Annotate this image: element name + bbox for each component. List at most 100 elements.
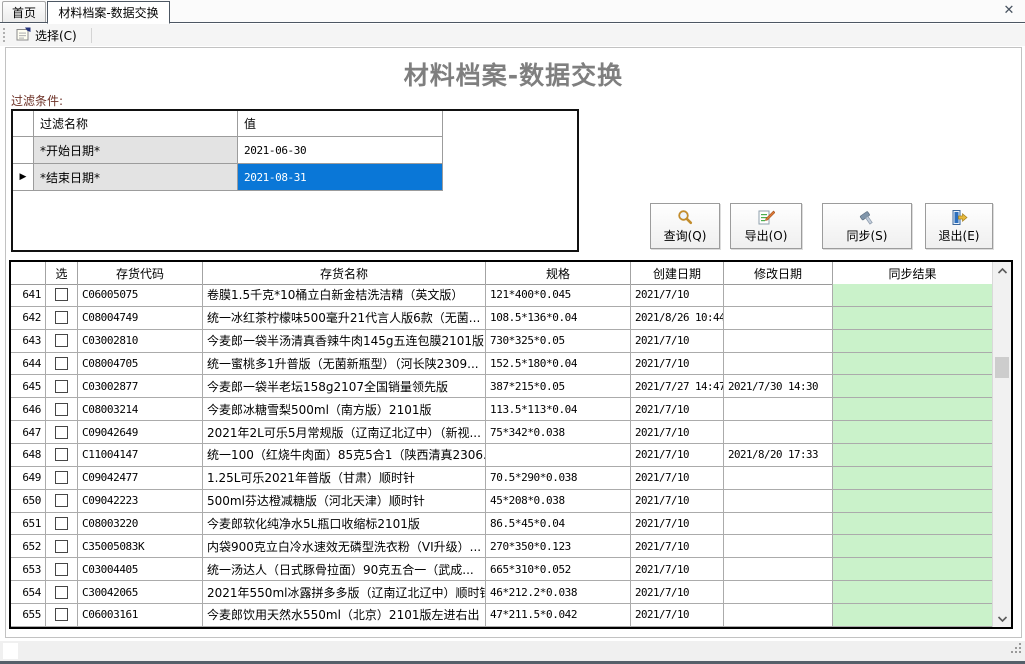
row-select-cell bbox=[46, 284, 78, 306]
spec-cell bbox=[486, 444, 631, 466]
table-row[interactable]: 641C06005075卷膜1.5千克*10桶立白新金桔洗洁精（英文版）121*… bbox=[11, 284, 992, 307]
created-date-cell: 2021/7/27 14:47 bbox=[631, 375, 724, 397]
scrollbar-thumb[interactable] bbox=[995, 357, 1009, 378]
tab-material-data-exchange[interactable]: 材料档案-数据交换 bbox=[47, 1, 170, 24]
sync-result-cell bbox=[833, 398, 992, 420]
inventory-code-cell: C03004405 bbox=[78, 558, 203, 580]
inventory-code-cell: C08004749 bbox=[78, 307, 203, 329]
created-date-cell: 2021/7/10 bbox=[631, 421, 724, 443]
row-select-cell bbox=[46, 398, 78, 420]
inventory-name-cell: 今麦郎饮用天然水550ml（北京）2101版左进右出 bbox=[203, 604, 486, 626]
row-checkbox[interactable] bbox=[55, 494, 68, 507]
row-checkbox[interactable] bbox=[55, 380, 68, 393]
scroll-down-icon[interactable] bbox=[993, 610, 1011, 627]
row-checkbox[interactable] bbox=[55, 288, 68, 301]
resize-grip-icon[interactable] bbox=[1010, 642, 1022, 657]
header-created-date[interactable]: 创建日期 bbox=[631, 262, 724, 284]
inventory-name-cell: 500ml芬达橙减糖版（河北天津）顺时针 bbox=[203, 490, 486, 512]
header-select[interactable]: 选 bbox=[46, 262, 78, 284]
table-row[interactable]: 645C03002877今麦郎一袋半老坛158g2107全国销量领先版387*2… bbox=[11, 375, 992, 398]
search-icon bbox=[676, 209, 694, 226]
row-checkbox[interactable] bbox=[55, 586, 68, 599]
close-icon[interactable]: ✕ bbox=[1001, 3, 1017, 19]
inventory-code-cell: C30042065 bbox=[78, 581, 203, 603]
table-row[interactable]: 654C300420652021年550ml冰露拼多多版（辽南辽北辽中）顺时针4… bbox=[11, 581, 992, 604]
scroll-up-icon[interactable] bbox=[993, 262, 1011, 279]
table-header-row: 选 存货代码 存货名称 规格 创建日期 修改日期 同步结果 bbox=[11, 262, 992, 285]
table-row[interactable]: 647C090426492021年2L可乐5月常规版（辽南辽北辽中）（新视...… bbox=[11, 421, 992, 444]
filter-value-header: 值 bbox=[238, 111, 443, 137]
spec-cell: 113.5*113*0.04 bbox=[486, 398, 631, 420]
row-number-cell: 654 bbox=[11, 581, 46, 603]
sync-result-cell bbox=[833, 330, 992, 352]
modified-date-cell bbox=[724, 353, 833, 375]
table-row[interactable]: 655C06003161今麦郎饮用天然水550ml（北京）2101版左进右出47… bbox=[11, 604, 992, 627]
table-row[interactable]: 650C09042223500ml芬达橙减糖版（河北天津）顺时针45*208*0… bbox=[11, 490, 992, 513]
select-button[interactable]: 选择(C) bbox=[10, 25, 83, 46]
exit-button[interactable]: 退出(E) bbox=[925, 203, 993, 249]
header-sync-result[interactable]: 同步结果 bbox=[833, 262, 992, 284]
inventory-name-cell: 内袋900克立白冷水速效无磷型洗衣粉（VI升级）... bbox=[203, 535, 486, 557]
row-checkbox[interactable] bbox=[55, 403, 68, 416]
created-date-cell: 2021/8/26 10:44 bbox=[631, 307, 724, 329]
table-row[interactable]: 653C03004405统一汤达人（日式豚骨拉面）90克五合一（武成...665… bbox=[11, 558, 992, 581]
row-select-cell bbox=[46, 330, 78, 352]
inventory-code-cell: C09042477 bbox=[78, 467, 203, 489]
filter-value-cell[interactable]: 2021-06-30 bbox=[238, 137, 443, 164]
table-row[interactable]: 648C11004147统一100（红烧牛肉面）85克5合1（陕西清真2306.… bbox=[11, 444, 992, 467]
inventory-code-cell: C06003161 bbox=[78, 604, 203, 626]
row-checkbox[interactable] bbox=[55, 311, 68, 324]
tab-home[interactable]: 首页 bbox=[2, 1, 46, 22]
header-inventory-code[interactable]: 存货代码 bbox=[78, 262, 203, 284]
filter-header-row: 过滤名称 值 bbox=[13, 111, 577, 137]
query-button[interactable]: 查询(Q) bbox=[650, 203, 720, 249]
toolbar-grip-handle[interactable] bbox=[3, 28, 7, 42]
inventory-name-cell: 今麦郎一袋半老坛158g2107全国销量领先版 bbox=[203, 375, 486, 397]
row-checkbox[interactable] bbox=[55, 357, 68, 370]
modified-date-cell: 2021/8/20 17:33 bbox=[724, 444, 833, 466]
modified-date-cell bbox=[724, 490, 833, 512]
row-number-cell: 651 bbox=[11, 513, 46, 535]
row-checkbox[interactable] bbox=[55, 540, 68, 553]
inventory-name-cell: 2021年2L可乐5月常规版（辽南辽北辽中）（新视... bbox=[203, 421, 486, 443]
spec-cell: 45*208*0.038 bbox=[486, 490, 631, 512]
filter-row-start-date[interactable]: *开始日期* 2021-06-30 bbox=[13, 137, 577, 164]
table-row[interactable]: 652C35005083K内袋900克立白冷水速效无磷型洗衣粉（VI升级）...… bbox=[11, 535, 992, 558]
filter-row-end-date[interactable]: ▶ *结束日期* 2021-08-31 bbox=[13, 164, 577, 191]
created-date-cell: 2021/7/10 bbox=[631, 467, 724, 489]
spec-cell: 70.5*290*0.038 bbox=[486, 467, 631, 489]
row-checkbox[interactable] bbox=[55, 608, 68, 621]
export-button[interactable]: 导出(O) bbox=[730, 203, 802, 249]
created-date-cell: 2021/7/10 bbox=[631, 284, 724, 306]
sync-result-cell bbox=[833, 307, 992, 329]
filter-value-cell-selected[interactable]: 2021-08-31 bbox=[238, 164, 443, 191]
created-date-cell: 2021/7/10 bbox=[631, 353, 724, 375]
row-indicator-icon: ▶ bbox=[13, 164, 34, 191]
sync-button[interactable]: 同步(S) bbox=[822, 203, 912, 249]
header-spec[interactable]: 规格 bbox=[486, 262, 631, 284]
row-checkbox[interactable] bbox=[55, 448, 68, 461]
modified-date-cell bbox=[724, 284, 833, 306]
vertical-scrollbar[interactable] bbox=[992, 262, 1011, 627]
table-row[interactable]: 644C08004705统一蜜桃多1升普版（无菌新瓶型）（河长陕2309...1… bbox=[11, 353, 992, 376]
row-checkbox[interactable] bbox=[55, 563, 68, 576]
table-row[interactable]: 643C03002810今麦郎一袋半汤清真香辣牛肉145g五连包膜2101版73… bbox=[11, 330, 992, 353]
table-row[interactable]: 646C08003214今麦郎冰糖雪梨500ml（南方版）2101版113.5*… bbox=[11, 398, 992, 421]
header-inventory-name[interactable]: 存货名称 bbox=[203, 262, 486, 284]
table-row[interactable]: 649C090424771.25L可乐2021年普版（甘肃）顺时针70.5*29… bbox=[11, 467, 992, 490]
created-date-cell: 2021/7/10 bbox=[631, 330, 724, 352]
row-select-cell bbox=[46, 375, 78, 397]
exit-button-label: 退出(E) bbox=[939, 227, 980, 244]
spec-cell: 387*215*0.05 bbox=[486, 375, 631, 397]
table-row[interactable]: 642C08004749统一冰红茶柠檬味500毫升21代言人版6款（无菌...1… bbox=[11, 307, 992, 330]
row-checkbox[interactable] bbox=[55, 471, 68, 484]
row-select-cell bbox=[46, 307, 78, 329]
tab-strip: 首页 材料档案-数据交换 ✕ bbox=[0, 0, 1025, 23]
table-row[interactable]: 651C08003220今麦郎软化纯净水5L瓶口收缩标2101版86.5*45*… bbox=[11, 513, 992, 536]
row-checkbox[interactable] bbox=[55, 426, 68, 439]
row-checkbox[interactable] bbox=[55, 517, 68, 530]
row-checkbox[interactable] bbox=[55, 334, 68, 347]
header-modified-date[interactable]: 修改日期 bbox=[724, 262, 833, 284]
inventory-name-cell: 2021年550ml冰露拼多多版（辽南辽北辽中）顺时针 bbox=[203, 581, 486, 603]
filter-row-filler bbox=[443, 137, 577, 164]
